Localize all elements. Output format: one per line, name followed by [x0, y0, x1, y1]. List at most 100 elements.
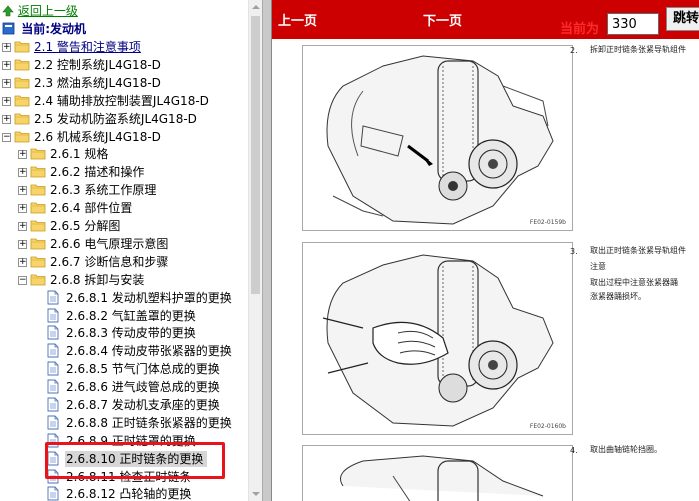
folder-icon [14, 77, 30, 89]
tree-item-label[interactable]: 2.6.7 诊断信息和步骤 [50, 253, 168, 271]
expand-icon[interactable]: + [2, 79, 11, 88]
tree-item-label[interactable]: 2.6.5 分解图 [50, 217, 120, 235]
tree-item[interactable]: +2.6.2 描述和操作 [0, 163, 245, 181]
tree-item[interactable]: +2.3 燃油系统JL4G18-D [0, 74, 245, 92]
jump-button[interactable]: 跳转 [666, 7, 699, 31]
tree-item[interactable]: +2.6.4 部件位置 [0, 199, 245, 217]
tree-item[interactable]: +2.6.5 分解图 [0, 217, 245, 235]
folder-icon [30, 256, 46, 268]
expand-icon[interactable]: + [2, 115, 11, 124]
tree-item-label[interactable]: 2.6.8.12 凸轮轴的更换 [66, 485, 191, 501]
step-3-line-2: 注意 [590, 262, 606, 271]
step-3-text: 取出正时链条张紧导轨组件 注意 取出过程中注意张紧器踊 涨紧器踊损坏。 [590, 244, 686, 304]
tree-item-label[interactable]: 2.6.2 描述和操作 [50, 163, 144, 181]
tree-item[interactable]: +2.5 发动机防盗系统JL4G18-D [0, 110, 245, 128]
scroll-up-button[interactable] [249, 0, 262, 14]
tree-item-label[interactable]: 2.1 警告和注意事项 [34, 38, 141, 56]
tree-scrollbar[interactable] [248, 0, 262, 501]
tree-item-label[interactable]: 2.6.6 电气原理示意图 [50, 235, 168, 253]
expand-icon[interactable]: + [2, 61, 11, 70]
tree-item-label[interactable]: 2.3 燃油系统JL4G18-D [34, 74, 161, 92]
tree-item-label[interactable]: 2.6.8.8 正时链条张紧器的更换 [66, 414, 232, 432]
tree-item[interactable]: +2.2 控制系统JL4G18-D [0, 56, 245, 74]
document-pane: 上一页 下一页 当前为 跳转 [272, 0, 699, 501]
step-4-text: 取出曲轴链轮挡圈。 [590, 443, 662, 457]
tree-item-label[interactable]: 2.6.8.5 节气门体总成的更换 [66, 360, 220, 378]
step-2-text: 拆卸正时链条张紧导轨组件 [590, 43, 686, 57]
tree-item[interactable]: 2.6.8.1 发动机塑料护罩的更换 [0, 289, 245, 307]
tree-item-label[interactable]: 2.2 控制系统JL4G18-D [34, 56, 161, 74]
expand-icon[interactable]: + [18, 168, 27, 177]
tree-item-label[interactable]: 2.6 机械系统JL4G18-D [34, 128, 161, 146]
tree-item-label[interactable]: 2.5 发动机防盗系统JL4G18-D [34, 110, 197, 128]
tree-item-label[interactable]: 2.6.1 规格 [50, 145, 108, 163]
expand-icon[interactable]: + [18, 222, 27, 231]
scroll-down-arrow-icon [252, 492, 260, 496]
page-toolbar: 上一页 下一页 当前为 跳转 [272, 0, 699, 39]
step-4-number: 4. [570, 446, 578, 455]
collapse-icon[interactable]: − [18, 276, 27, 285]
selection-highlight-box [45, 442, 225, 479]
tree-item-label[interactable]: 2.6.4 部件位置 [50, 199, 132, 217]
tree-item-label[interactable]: 2.4 辅助排放控制装置JL4G18-D [34, 92, 209, 110]
tree-item[interactable]: 2.6.8.4 传动皮带张紧器的更换 [0, 342, 245, 360]
tree-item[interactable]: 2.6.8.12 凸轮轴的更换 [0, 485, 245, 501]
pane-splitter[interactable] [262, 0, 272, 501]
tree-item[interactable]: 2.6.8.7 发动机支承座的更换 [0, 396, 245, 414]
expand-icon[interactable]: + [18, 204, 27, 213]
manual-viewer-window: 返回上一级 当前:发动机 +2.1 警告和注意事项 +2.2 控制系统JL4G18… [0, 0, 699, 501]
tree-item[interactable]: +2.6.3 系统工作原理 [0, 181, 245, 199]
tree-item[interactable]: +2.6.1 规格 [0, 145, 245, 163]
document-icon [47, 486, 59, 501]
page-number-input[interactable] [607, 13, 659, 35]
tree-item-label[interactable]: 2.6.8.7 发动机支承座的更换 [66, 396, 220, 414]
document-content: FE02-0159b FE02-0160b 2. 拆卸正时链条张紧导轨组件 3.… [272, 39, 699, 501]
collapse-icon[interactable]: − [2, 133, 11, 142]
tree-item-label[interactable]: 2.6.8.4 传动皮带张紧器的更换 [66, 342, 232, 360]
prev-page-button[interactable]: 上一页 [278, 10, 317, 29]
folder-icon [14, 95, 30, 107]
folder-icon [14, 113, 30, 125]
engine-drawing-2 [322, 254, 554, 427]
go-up-label[interactable]: 返回上一级 [18, 4, 78, 18]
tree-item-label[interactable]: 2.6.8 拆卸与安装 [50, 271, 144, 289]
go-up-link[interactable]: 返回上一级 [2, 2, 78, 20]
tree-item[interactable]: 2.6.8.6 进气歧管总成的更换 [0, 378, 245, 396]
scroll-thumb[interactable] [251, 16, 260, 294]
expand-icon[interactable]: + [2, 43, 11, 52]
tree-item[interactable]: 2.6.8.2 气缸盖罩的更换 [0, 307, 245, 325]
tree-item[interactable]: − 2.6.8 拆卸与安装 [0, 271, 245, 289]
engine-drawing-1 [326, 55, 554, 225]
current-location: 当前:发动机 [2, 20, 86, 38]
engine-figure-2: FE02-0160b [302, 242, 573, 435]
tree-item[interactable]: +2.6.6 电气原理示意图 [0, 235, 245, 253]
engine-figure-3 [302, 445, 573, 501]
tree-item-label[interactable]: 2.6.3 系统工作原理 [50, 181, 156, 199]
tree-item-label[interactable]: 2.6.8.2 气缸盖罩的更换 [66, 307, 196, 325]
expand-icon[interactable]: + [2, 97, 11, 106]
tree-item[interactable]: +2.6.7 诊断信息和步骤 [0, 253, 245, 271]
expand-icon[interactable]: + [18, 186, 27, 195]
step-3-line-4: 涨紧器踊损坏。 [590, 292, 646, 301]
folder-icon [14, 41, 30, 53]
tree-item-label[interactable]: 2.6.8.3 传动皮带的更换 [66, 324, 196, 342]
expand-icon[interactable]: + [18, 150, 27, 159]
tree-item[interactable]: 2.6.8.5 节气门体总成的更换 [0, 360, 245, 378]
tree-item[interactable]: +2.4 辅助排放控制装置JL4G18-D [0, 92, 245, 110]
folder-icon [30, 274, 46, 286]
current-page-label: 当前为 [560, 22, 600, 37]
folder-icon [14, 131, 30, 143]
up-arrow-icon [2, 5, 14, 17]
document-icon [47, 397, 59, 412]
expand-icon[interactable]: + [18, 258, 27, 267]
tree-item[interactable]: − 2.6 机械系统JL4G18-D [0, 128, 245, 146]
tree-item[interactable]: 2.6.8.3 传动皮带的更换 [0, 324, 245, 342]
tree-item[interactable]: 2.6.8.8 正时链条张紧器的更换 [0, 414, 245, 432]
tree-item-label[interactable]: 2.6.8.1 发动机塑料护罩的更换 [66, 289, 232, 307]
current-location-label: 当前:发动机 [21, 22, 86, 36]
tree-item[interactable]: +2.1 警告和注意事项 [0, 38, 245, 56]
tree-item-label[interactable]: 2.6.8.6 进气歧管总成的更换 [66, 378, 220, 396]
expand-icon[interactable]: + [18, 240, 27, 249]
next-page-button[interactable]: 下一页 [423, 10, 462, 29]
scroll-down-button[interactable] [249, 487, 262, 501]
